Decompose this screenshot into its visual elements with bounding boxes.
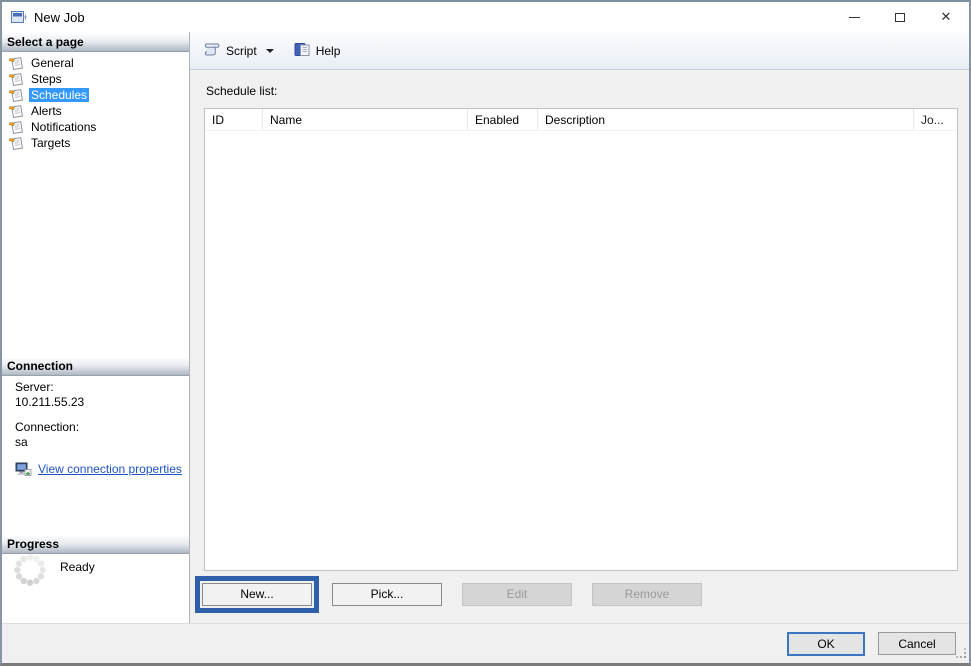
annotation-highlight-box: New... [195, 576, 319, 613]
view-connection-properties[interactable]: View connection properties [15, 462, 185, 477]
select-a-page-header: Select a page [2, 34, 189, 52]
server-label: Server: [15, 380, 185, 395]
maximize-icon [895, 13, 905, 22]
column-header-id[interactable]: ID [205, 109, 263, 130]
connection-value: sa [15, 435, 185, 450]
server-value: 10.211.55.23 [15, 395, 185, 410]
maximize-button[interactable] [877, 2, 923, 32]
title-bar: New Job ✕ [2, 2, 969, 32]
chevron-down-icon [266, 49, 274, 53]
resize-grip-icon[interactable] [956, 648, 967, 662]
sidebar-item-general[interactable]: General [4, 55, 187, 71]
property-page-icon [9, 104, 24, 118]
script-button[interactable]: Script [197, 38, 283, 64]
pick-schedule-button[interactable]: Pick... [332, 583, 442, 606]
window-title: New Job [34, 10, 85, 25]
connection-header: Connection [2, 358, 189, 376]
minimize-icon [849, 17, 860, 18]
dialog-footer: OK Cancel [2, 623, 969, 663]
window-controls: ✕ [831, 2, 969, 32]
close-button[interactable]: ✕ [923, 2, 969, 32]
script-button-label: Script [226, 44, 257, 58]
schedule-list-body[interactable] [205, 131, 957, 570]
sidebar-item-steps[interactable]: Steps [4, 71, 187, 87]
new-job-dialog: New Job ✕ Select a page General Steps [0, 0, 971, 666]
script-scroll-icon [202, 42, 221, 60]
ok-button[interactable]: OK [787, 632, 865, 656]
sidebar-item-label: Schedules [29, 88, 89, 102]
schedule-list-label: Schedule list: [206, 84, 958, 98]
minimize-button[interactable] [831, 2, 877, 32]
help-button-label: Help [316, 44, 341, 58]
column-header-jobs[interactable]: Jo... [914, 109, 957, 130]
new-job-window-icon [11, 10, 28, 25]
remove-schedule-button[interactable]: Remove [592, 583, 702, 606]
sidebar-item-label: Notifications [29, 120, 98, 134]
sidebar-item-label: Steps [29, 72, 64, 86]
sidebar-item-label: Alerts [29, 104, 64, 118]
sidebar-item-targets[interactable]: Targets [4, 135, 187, 151]
schedule-buttons-row: New... Pick... Edit Remove [204, 575, 958, 613]
column-header-description[interactable]: Description [538, 109, 914, 130]
help-button[interactable]: Help [289, 38, 346, 64]
connection-info: Server: 10.211.55.23 Connection: sa [15, 380, 185, 477]
new-schedule-button[interactable]: New... [202, 583, 312, 606]
property-page-icon [9, 88, 24, 102]
sidebar-item-schedules[interactable]: Schedules [4, 87, 187, 103]
property-page-icon [9, 136, 24, 150]
schedules-page-content: Schedule list: ID Name Enabled Descripti… [190, 70, 969, 623]
sidebar: Select a page General Steps Schedules Al… [2, 32, 190, 623]
toolbar: Script Help [190, 32, 969, 70]
connection-properties-icon [15, 462, 32, 477]
main-pane: Script Help [190, 32, 969, 623]
sidebar-item-label: Targets [29, 136, 72, 150]
sidebar-item-label: General [29, 56, 76, 70]
view-connection-properties-link: View connection properties [38, 462, 182, 477]
edit-schedule-button[interactable]: Edit [462, 583, 572, 606]
cancel-button[interactable]: Cancel [878, 632, 956, 655]
progress-status-area: Ready [12, 552, 95, 591]
help-book-icon [294, 42, 311, 60]
column-header-name[interactable]: Name [263, 109, 468, 130]
sidebar-item-alerts[interactable]: Alerts [4, 103, 187, 119]
progress-status-text: Ready [60, 560, 95, 591]
close-icon: ✕ [941, 9, 952, 25]
schedule-list-header-row: ID Name Enabled Description Jo... [205, 109, 957, 131]
property-page-icon [9, 72, 24, 86]
sidebar-item-notifications[interactable]: Notifications [4, 119, 187, 135]
progress-spinner-icon [12, 552, 48, 591]
property-page-icon [9, 56, 24, 70]
page-nav: General Steps Schedules Alerts Notificat… [4, 55, 187, 151]
column-header-enabled[interactable]: Enabled [468, 109, 538, 130]
dialog-body: Select a page General Steps Schedules Al… [2, 32, 969, 623]
connection-label: Connection: [15, 420, 185, 435]
property-page-icon [9, 120, 24, 134]
schedule-list-table[interactable]: ID Name Enabled Description Jo... [204, 108, 958, 571]
